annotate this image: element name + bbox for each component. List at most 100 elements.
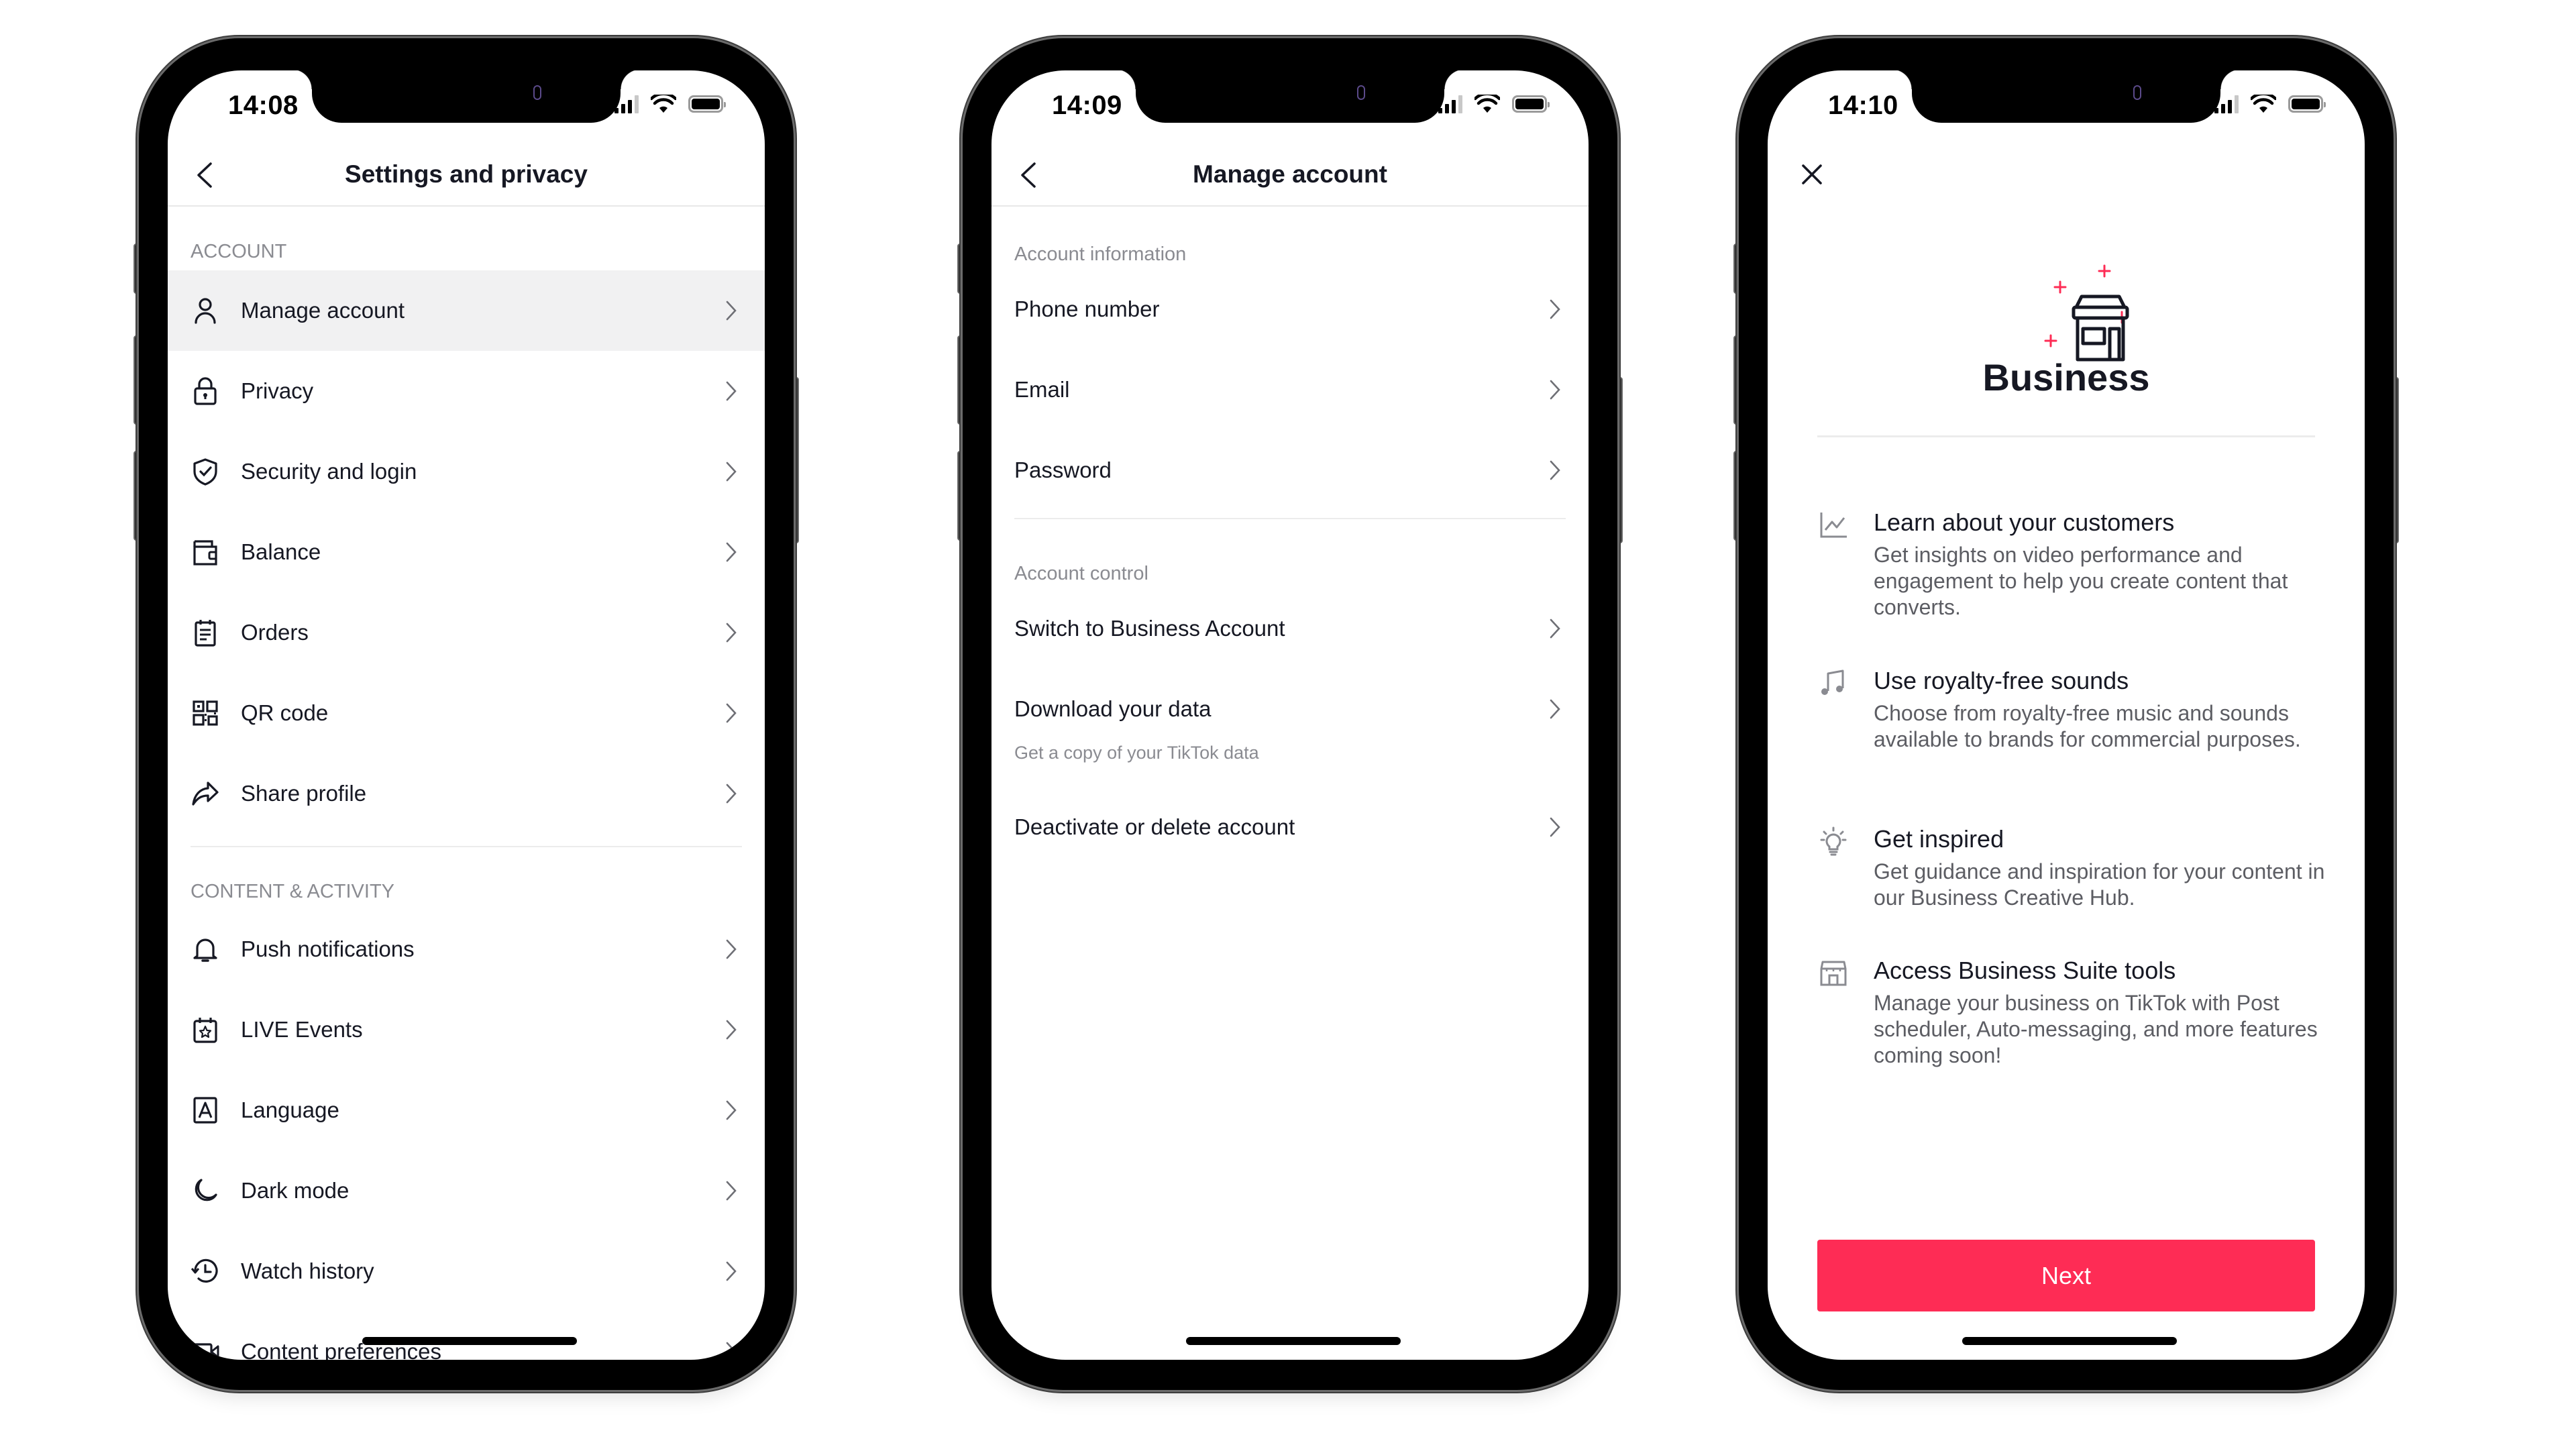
calendar-star-icon bbox=[193, 1018, 217, 1043]
status-icons bbox=[2214, 95, 2326, 113]
feature-description: Manage your business on TikTok with Post… bbox=[1874, 991, 2318, 1067]
hero-divider bbox=[1817, 435, 2315, 437]
section-label-account-information: Account information bbox=[1014, 244, 1187, 265]
chevron-right-icon bbox=[726, 1261, 737, 1281]
notch bbox=[1116, 70, 1464, 123]
menu-item-deactivate-or-delete-account[interactable]: Deactivate or delete account bbox=[991, 787, 1589, 867]
menu-item-security-and-login[interactable]: Security and login bbox=[168, 431, 765, 512]
battery-icon bbox=[2288, 95, 2326, 113]
camera bbox=[533, 85, 541, 100]
moon-icon bbox=[195, 1179, 217, 1201]
menu-item-label: Push notifications bbox=[241, 936, 415, 961]
menu-item-dark-mode[interactable]: Dark mode bbox=[168, 1150, 765, 1231]
menu-item-manage-account[interactable]: Manage account bbox=[168, 270, 765, 351]
chevron-right-icon bbox=[726, 462, 737, 482]
language-a-icon bbox=[193, 1097, 217, 1124]
status-icons bbox=[1438, 95, 1550, 113]
status-icons bbox=[614, 95, 726, 113]
menu-item-download-your-data[interactable]: Download your data bbox=[991, 669, 1589, 749]
menu-item-qr-code[interactable]: QR code bbox=[168, 673, 765, 753]
menu-item-orders[interactable]: Orders bbox=[168, 592, 765, 673]
history-clock-icon bbox=[191, 1258, 218, 1283]
next-button[interactable]: Next bbox=[1817, 1240, 2315, 1311]
menu-item-label: Privacy bbox=[241, 378, 314, 403]
chevron-right-icon bbox=[1550, 299, 1560, 319]
feature-title: Access Business Suite tools bbox=[1874, 957, 2176, 984]
section-label-account-control: Account control bbox=[1014, 563, 1148, 584]
side-button-power bbox=[793, 377, 799, 543]
wallet-icon bbox=[193, 540, 217, 566]
menu-item-label: LIVE Events bbox=[241, 1017, 363, 1042]
menu-item-label: Phone number bbox=[1014, 297, 1160, 321]
feature-description: Get insights on video performance and en… bbox=[1874, 543, 2288, 619]
menu-item-content-preferences[interactable]: Content preferences bbox=[168, 1311, 765, 1360]
menu-item-live-events[interactable]: LIVE Events bbox=[168, 989, 765, 1070]
section-divider bbox=[191, 846, 742, 847]
phone-manage-account: 14:09 Manage account Account information… bbox=[957, 38, 1623, 1390]
menu-item-email[interactable]: Email bbox=[991, 350, 1589, 430]
menu-item-label: Download your data bbox=[1014, 696, 1212, 721]
menu-item-label: Language bbox=[241, 1097, 339, 1122]
camera bbox=[2133, 85, 2141, 100]
status-time: 14:09 bbox=[1052, 91, 1122, 120]
feature-description: Choose from royalty-free music and sound… bbox=[1874, 701, 2301, 751]
wifi-icon bbox=[1474, 95, 1500, 113]
chevron-right-icon bbox=[726, 542, 737, 562]
home-indicator[interactable] bbox=[362, 1337, 577, 1345]
menu-item-privacy[interactable]: Privacy bbox=[168, 351, 765, 431]
share-arrow-icon bbox=[192, 782, 219, 806]
close-icon[interactable] bbox=[1801, 163, 1823, 186]
menu-item-password[interactable]: Password bbox=[991, 430, 1589, 511]
menu-item-balance[interactable]: Balance bbox=[168, 512, 765, 592]
home-indicator[interactable] bbox=[1186, 1337, 1401, 1345]
menu-item-push-notifications[interactable]: Push notifications bbox=[168, 909, 765, 989]
menu-item-label: Password bbox=[1014, 458, 1112, 482]
chevron-right-icon bbox=[726, 1100, 737, 1120]
chevron-right-icon bbox=[726, 623, 737, 643]
menu-item-label: Balance bbox=[241, 539, 321, 564]
menu-item-watch-history[interactable]: Watch history bbox=[168, 1231, 765, 1311]
menu-item-label: Email bbox=[1014, 377, 1070, 402]
chevron-right-icon bbox=[1550, 619, 1560, 639]
chevron-right-icon bbox=[726, 939, 737, 959]
section-label-content-activity: CONTENT & ACTIVITY bbox=[191, 881, 395, 902]
chevron-right-icon bbox=[1550, 460, 1560, 480]
camera bbox=[1357, 85, 1365, 100]
menu-item-label: Orders bbox=[241, 620, 309, 645]
cellular-signal-icon bbox=[614, 95, 639, 113]
feature-title: Get inspired bbox=[1874, 825, 2004, 853]
feature-title: Use royalty-free sounds bbox=[1874, 667, 2129, 694]
screen: 14:10 Business Learn about your customer… bbox=[1768, 70, 2365, 1360]
video-camera-icon bbox=[191, 1343, 219, 1360]
home-indicator[interactable] bbox=[1962, 1337, 2177, 1345]
phone-settings-and-privacy: 14:08 Settings and privacy ACCOUNT Manag… bbox=[133, 38, 799, 1390]
menu-item-language[interactable]: Language bbox=[168, 1070, 765, 1150]
music-note-icon bbox=[1821, 669, 1844, 695]
battery-icon bbox=[1512, 95, 1550, 113]
screen: 14:08 Settings and privacy ACCOUNT Manag… bbox=[168, 70, 765, 1360]
feature-title: Learn about your customers bbox=[1874, 508, 2175, 536]
battery-icon bbox=[688, 95, 726, 113]
menu-item-label: QR code bbox=[241, 700, 329, 725]
hero-title: Business bbox=[1982, 356, 2150, 398]
chevron-right-icon bbox=[1550, 699, 1560, 719]
screen: 14:09 Manage account Account information… bbox=[991, 70, 1589, 1360]
cellular-signal-icon bbox=[2214, 95, 2239, 113]
menu-item-switch-to-business-account[interactable]: Switch to Business Account bbox=[991, 588, 1589, 669]
wifi-icon bbox=[651, 95, 676, 113]
store-icon bbox=[1820, 961, 1847, 986]
menu-item-share-profile[interactable]: Share profile bbox=[168, 753, 765, 834]
feature-description: Get guidance and inspiration for your co… bbox=[1874, 859, 2325, 910]
line-chart-icon bbox=[1820, 513, 1847, 538]
section-label-account: ACCOUNT bbox=[191, 241, 287, 262]
menu-item-label: Manage account bbox=[241, 298, 405, 323]
status-time: 14:10 bbox=[1828, 91, 1898, 120]
menu-item-subtitle: Get a copy of your TikTok data bbox=[1014, 743, 1259, 763]
status-time: 14:08 bbox=[228, 91, 299, 120]
menu-item-phone-number[interactable]: Phone number bbox=[991, 269, 1589, 350]
menu-item-label: Deactivate or delete account bbox=[1014, 814, 1295, 839]
shield-check-icon bbox=[193, 458, 217, 486]
chevron-right-icon bbox=[726, 784, 737, 804]
menu-item-label: Dark mode bbox=[241, 1178, 350, 1203]
menu-item-label: Switch to Business Account bbox=[1014, 616, 1285, 641]
